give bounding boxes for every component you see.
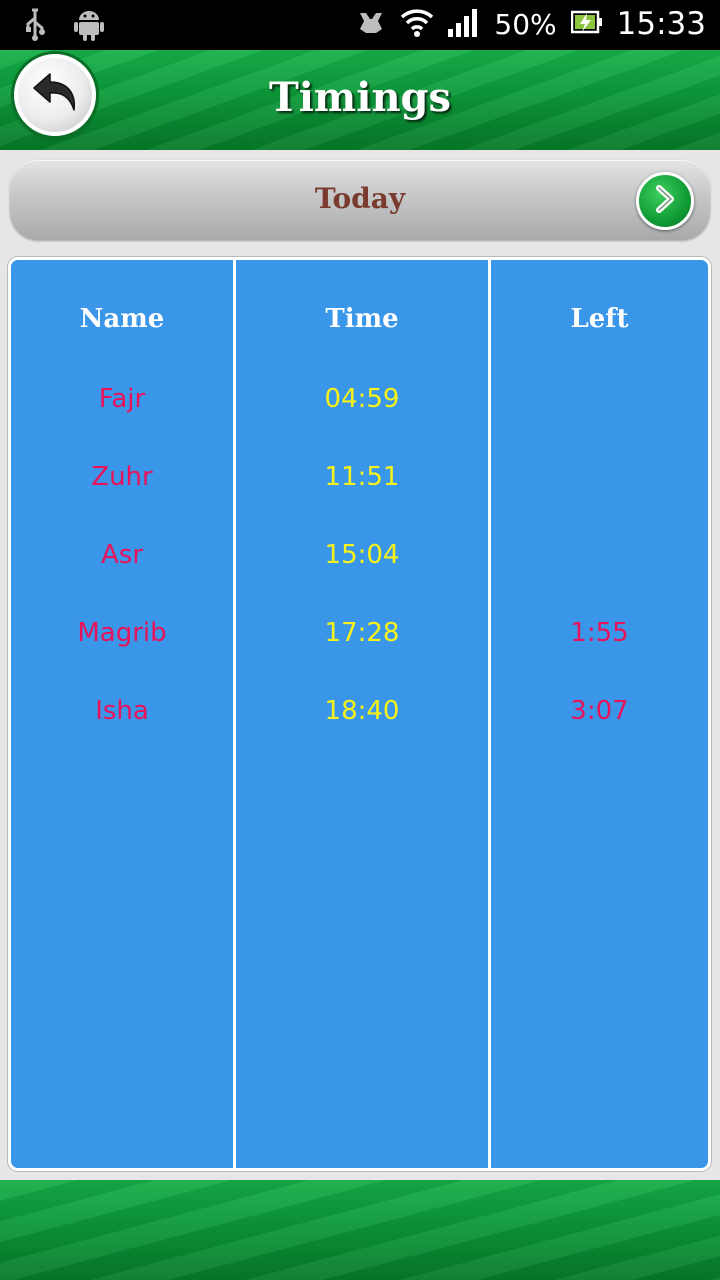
clock: 15:33	[616, 6, 706, 42]
battery-icon	[570, 9, 603, 39]
page-title: Timings	[268, 74, 452, 121]
sync-icon	[356, 7, 386, 41]
column-header-left: Left	[570, 304, 629, 334]
chevron-right-icon	[652, 185, 678, 217]
date-bar: Today	[10, 160, 710, 240]
time-left: 3:07	[570, 696, 629, 726]
next-day-button[interactable]	[636, 172, 694, 230]
header-bar: Timings	[0, 50, 720, 150]
prayer-time: 18:40	[324, 696, 400, 726]
status-bar: 50% 15:33	[0, 0, 720, 50]
android-icon	[74, 8, 104, 46]
prayer-time: 04:59	[324, 384, 400, 414]
battery-percent: 50%	[494, 7, 557, 41]
prayer-time: 11:51	[324, 462, 400, 492]
prayer-name: Asr	[100, 540, 144, 570]
usb-icon	[22, 8, 48, 46]
wifi-icon	[400, 7, 434, 41]
prayer-name: Zuhr	[91, 462, 153, 492]
time-left: 1:55	[570, 618, 629, 648]
timings-table: Name Fajr Zuhr Asr Magrib Isha Time 04:5…	[8, 257, 711, 1171]
prayer-name: Isha	[95, 696, 149, 726]
prayer-name: Magrib	[77, 618, 167, 648]
signal-icon	[448, 7, 480, 41]
prayer-time: 15:04	[324, 540, 400, 570]
prayer-time: 17:28	[324, 618, 400, 648]
prayer-name: Fajr	[98, 384, 146, 414]
footer-bar	[0, 1180, 720, 1280]
date-label: Today	[314, 182, 406, 215]
column-header-name: Name	[79, 304, 165, 334]
column-header-time: Time	[325, 304, 399, 334]
